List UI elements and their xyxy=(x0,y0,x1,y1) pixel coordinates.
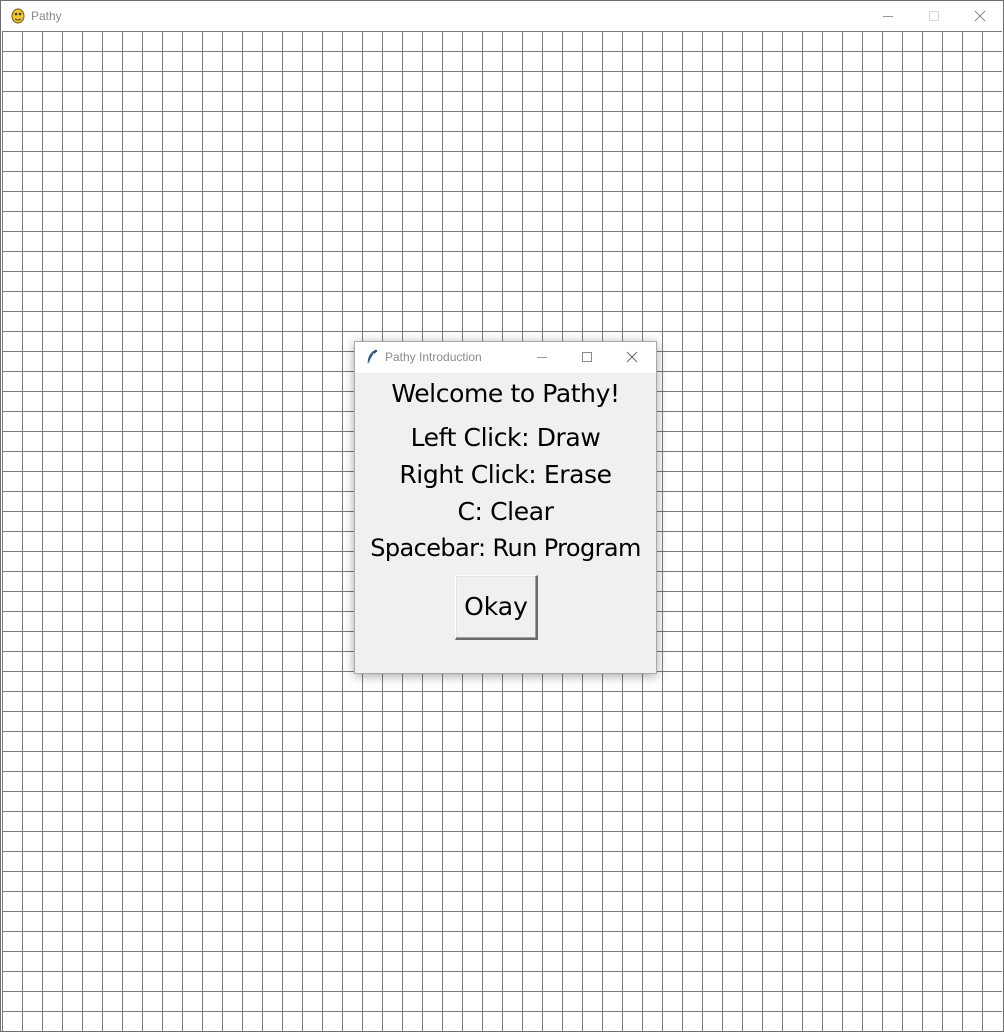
instruction-right-click: Right Click: Erase xyxy=(399,460,612,489)
dialog-titlebar[interactable]: Pathy Introduction xyxy=(355,342,656,373)
dialog-title: Pathy Introduction xyxy=(385,350,482,364)
pygame-snake-icon xyxy=(11,8,25,24)
instruction-left-click: Left Click: Draw xyxy=(410,423,601,452)
minimize-icon xyxy=(537,357,547,358)
instruction-clear: C: Clear xyxy=(457,497,554,526)
close-button[interactable] xyxy=(957,1,1003,31)
instruction-spacebar: Spacebar: Run Program xyxy=(370,534,641,562)
minimize-icon xyxy=(883,16,893,17)
dialog-maximize-button[interactable] xyxy=(564,342,609,372)
main-titlebar[interactable]: Pathy xyxy=(1,1,1003,31)
close-icon xyxy=(626,351,638,363)
introduction-dialog: Pathy Introduction Welcome to Pathy! Lef… xyxy=(354,341,657,674)
minimize-button[interactable] xyxy=(865,1,911,31)
main-window-title: Pathy xyxy=(31,9,62,23)
maximize-button[interactable] xyxy=(911,1,957,31)
dialog-close-button[interactable] xyxy=(609,342,654,372)
feather-icon xyxy=(365,349,379,365)
maximize-icon xyxy=(582,352,592,362)
okay-button[interactable]: Okay xyxy=(455,575,538,640)
dialog-minimize-button[interactable] xyxy=(519,342,564,372)
close-icon xyxy=(974,10,986,22)
maximize-icon xyxy=(929,11,939,21)
welcome-heading: Welcome to Pathy! xyxy=(391,379,620,408)
